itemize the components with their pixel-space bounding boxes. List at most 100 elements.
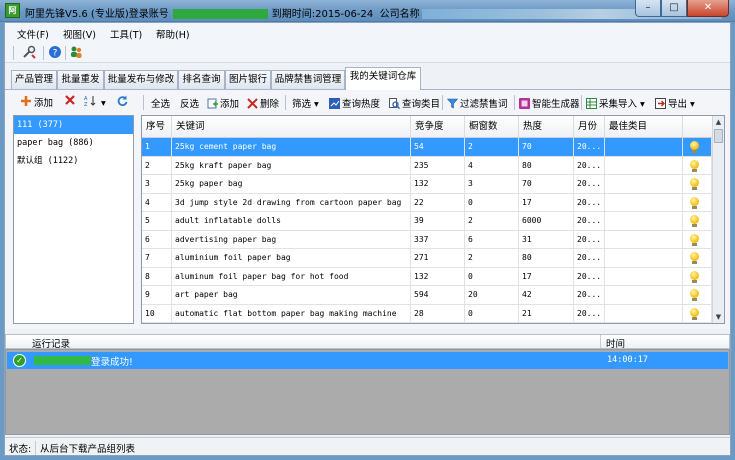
- log-column-record[interactable]: 运行记录: [32, 336, 70, 350]
- log-column-time[interactable]: 时间: [606, 336, 625, 350]
- log-entry[interactable]: ✓ 登录成功! 14:00:17: [7, 352, 728, 369]
- table-row[interactable]: 3 25kg paper bag 132 3 70 20...: [142, 175, 712, 194]
- lightbulb-icon[interactable]: [690, 178, 700, 190]
- menu-help[interactable]: 帮助(H): [156, 27, 190, 41]
- sort-dropdown-icon[interactable]: ▾: [101, 98, 106, 109]
- collect-import-button[interactable]: 采集导入 ▾: [586, 96, 645, 110]
- app-window: 文件(F) 视图(V) 工具(T) 帮助(H) ? 产品管理 批量重发 批量发布…: [4, 22, 731, 456]
- table-row[interactable]: 4 3d jump style 2d drawing from cartoon p…: [142, 193, 712, 212]
- lightbulb-icon[interactable]: [690, 270, 700, 283]
- tab-image-bank[interactable]: 图片银行: [225, 70, 271, 89]
- column-header-tip: [683, 116, 712, 138]
- table-row[interactable]: 6 advertising paper bag 337 6 31 20...: [142, 230, 712, 249]
- tab-batch-publish[interactable]: 批量发布与修改: [104, 70, 178, 89]
- list-item[interactable]: paper bag (886): [14, 134, 133, 152]
- invert-selection-button[interactable]: 反选: [180, 96, 199, 110]
- add-keyword-button[interactable]: 添加: [207, 96, 239, 110]
- log-column-divider: [600, 335, 601, 348]
- table-row[interactable]: 5 adult inflatable dolls 39 2 6000 20...: [142, 212, 712, 231]
- group-delete-button[interactable]: [65, 95, 75, 108]
- list-item[interactable]: 默认组 (1122): [14, 152, 133, 170]
- toolbar-grip: [143, 95, 144, 110]
- query-category-button[interactable]: 查询类目: [389, 96, 440, 110]
- column-header-month[interactable]: 月份: [574, 116, 605, 138]
- lightbulb-icon[interactable]: [690, 159, 700, 172]
- lightbulb-icon[interactable]: [690, 252, 700, 264]
- scroll-up-icon[interactable]: ▲: [713, 116, 724, 128]
- menu-view[interactable]: 视图(V): [63, 27, 96, 41]
- tab-product-management[interactable]: 产品管理: [11, 70, 57, 89]
- column-header-showcase[interactable]: 橱窗数: [465, 116, 519, 138]
- maximize-button[interactable]: □: [661, 0, 687, 17]
- keyword-group-list[interactable]: 111 (377) paper bag (886) 默认组 (1122): [13, 115, 134, 324]
- minimize-button[interactable]: –: [635, 0, 661, 17]
- window-title: 阿里先锋V5.6 (专业版)登录账号 到期时间:2015-06-24 公司名称: [25, 5, 722, 20]
- table-row[interactable]: 10 automatic flat bottom paper bag making…: [142, 304, 712, 323]
- group-add-button[interactable]: 添加: [21, 95, 53, 109]
- lightbulb-icon[interactable]: [690, 307, 700, 320]
- menu-tools[interactable]: 工具(T): [110, 27, 142, 41]
- window-controls: – □ ✕: [635, 0, 729, 17]
- title-bar[interactable]: 阿 阿里先锋V5.6 (专业版)登录账号 到期时间:2015-06-24 公司名称…: [0, 0, 735, 22]
- cell-heat: 42: [519, 286, 574, 305]
- tab-keyword-warehouse[interactable]: 我的关键词仓库: [345, 67, 421, 90]
- column-header-heat[interactable]: 热度: [519, 116, 574, 138]
- settings-tools-icon[interactable]: [21, 45, 37, 61]
- delete-keyword-button[interactable]: 删除: [247, 96, 279, 110]
- cell-showcase: 2: [465, 212, 519, 231]
- status-text: 从后台下载产品组列表: [35, 441, 135, 455]
- close-button[interactable]: ✕: [687, 0, 729, 17]
- cell-competition: 594: [411, 286, 465, 305]
- tab-banned-words[interactable]: 品牌禁售词管理: [271, 70, 345, 89]
- filter-banned-button[interactable]: 过滤禁售词: [446, 96, 508, 110]
- cell-heat: 70: [519, 138, 574, 157]
- add-keyword-label: 添加: [220, 99, 240, 110]
- log-list[interactable]: ✓ 登录成功! 14:00:17: [5, 349, 730, 435]
- keyword-table[interactable]: 序号 关键词 竞争度 橱窗数 热度 月份 最佳类目 1 25kg cement p…: [141, 115, 725, 324]
- cell-showcase: 0: [465, 304, 519, 323]
- export-button[interactable]: 导出 ▾: [655, 96, 695, 110]
- column-header-keyword[interactable]: 关键词: [172, 116, 411, 138]
- filter-dropdown-button[interactable]: 筛选 ▾: [292, 96, 319, 110]
- list-item[interactable]: 111 (377): [14, 116, 133, 134]
- cell-keyword: aluminium foil paper bag: [172, 249, 411, 268]
- menu-file[interactable]: 文件(F): [17, 27, 49, 41]
- tab-ranking-query[interactable]: 排名查询: [178, 70, 225, 89]
- cell-heat: 80: [519, 249, 574, 268]
- cell-month: 20...: [574, 267, 605, 286]
- smart-generator-button[interactable]: 智能生成器: [519, 96, 580, 110]
- query-heat-button[interactable]: 查询热度: [329, 96, 380, 110]
- table-scrollbar[interactable]: ▲ ▼: [712, 116, 724, 323]
- select-all-button[interactable]: 全选: [151, 96, 170, 110]
- table-row[interactable]: 8 aluminum foil paper bag for hot food 132…: [142, 267, 712, 286]
- table-row[interactable]: 2 25kg kraft paper bag 235 4 80 20...: [142, 156, 712, 175]
- cell-heat: 80: [519, 156, 574, 175]
- lightbulb-icon[interactable]: [690, 196, 700, 209]
- cell-month: 20...: [574, 138, 605, 157]
- table-row[interactable]: 7 aluminium foil paper bag 271 2 80 20...: [142, 249, 712, 268]
- tab-batch-repost[interactable]: 批量重发: [57, 70, 104, 89]
- cell-showcase: 20: [465, 286, 519, 305]
- status-bar: 状态: 从后台下载产品组列表: [5, 437, 730, 455]
- cell-keyword: 25kg paper bag: [172, 175, 411, 194]
- lightbulb-icon[interactable]: [690, 215, 700, 227]
- cell-competition: 271: [411, 249, 465, 268]
- lightbulb-icon[interactable]: [690, 141, 700, 153]
- title-expiry: 到期时间:2015-06-24: [271, 9, 374, 20]
- table-row[interactable]: 1 25kg cement paper bag 54 2 70 20...: [142, 138, 712, 157]
- help-icon[interactable]: ?: [47, 45, 63, 61]
- lightbulb-icon[interactable]: [690, 233, 700, 246]
- column-header-no[interactable]: 序号: [142, 116, 172, 138]
- refresh-button[interactable]: [117, 95, 128, 109]
- invert-label: 反选: [180, 99, 200, 110]
- sort-button[interactable]: AZ ▾: [84, 95, 106, 109]
- column-header-competition[interactable]: 竞争度: [411, 116, 465, 138]
- lightbulb-icon[interactable]: [690, 289, 700, 301]
- scroll-thumb[interactable]: [714, 129, 723, 143]
- table-row[interactable]: 9 art paper bag 594 20 42 20...: [142, 286, 712, 305]
- cell-best-category: [605, 138, 683, 157]
- users-icon[interactable]: [68, 45, 84, 61]
- svg-text:Z: Z: [84, 102, 88, 106]
- scroll-down-icon[interactable]: ▼: [713, 311, 724, 323]
- column-header-best-category[interactable]: 最佳类目: [605, 116, 683, 138]
